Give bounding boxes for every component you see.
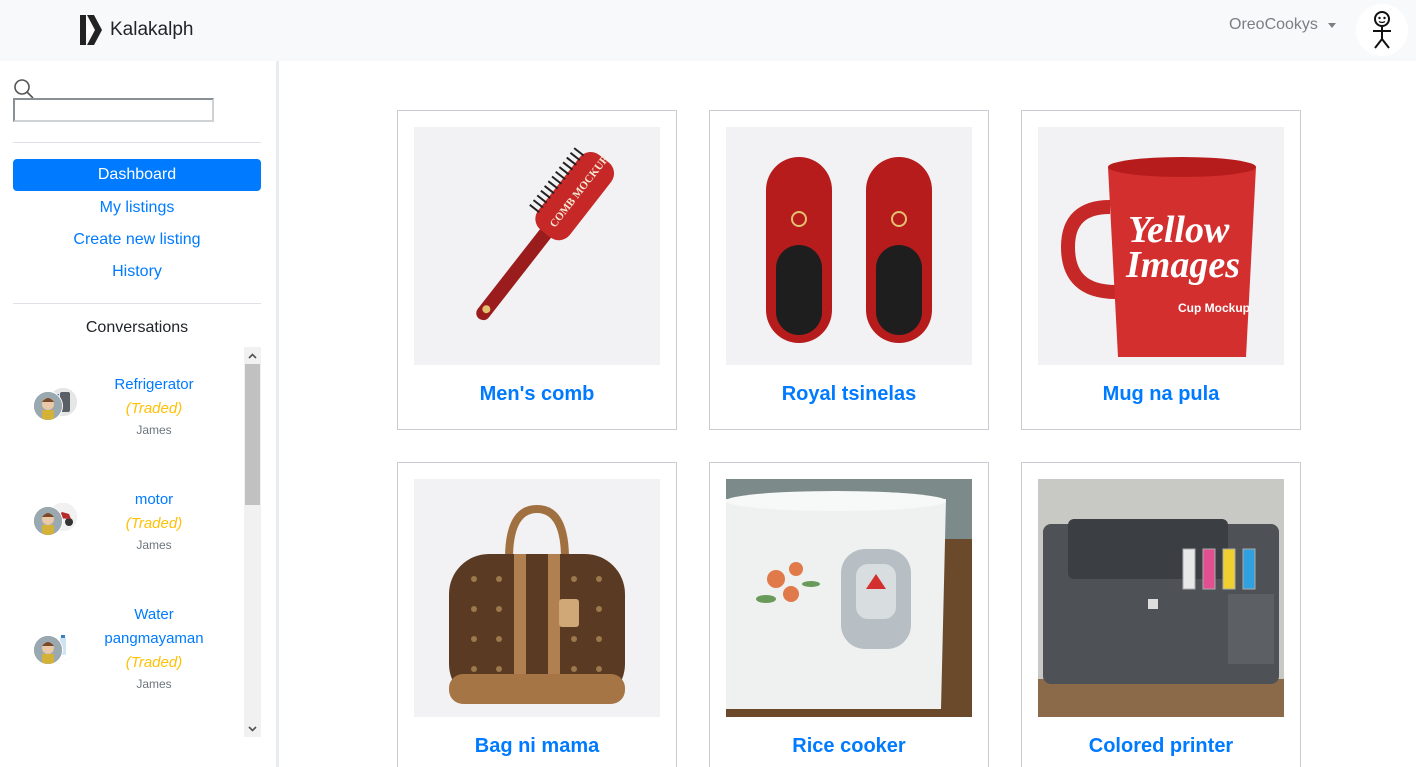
conversation-title: Water pangmayaman bbox=[104, 606, 204, 647]
listings-grid: COMB MOCKUP Men's comb Royal tsinelas Ye… bbox=[279, 61, 1416, 767]
caret-down-icon bbox=[1327, 22, 1336, 28]
scroll-up-button[interactable] bbox=[244, 347, 261, 364]
brand-name: Kalakalph bbox=[110, 19, 194, 40]
listing-title[interactable]: Bag ni mama bbox=[398, 735, 676, 758]
conversation-scrollbar[interactable] bbox=[244, 347, 261, 737]
divider bbox=[13, 303, 261, 304]
user-avatar bbox=[33, 635, 63, 665]
listing-title[interactable]: Royal tsinelas bbox=[710, 383, 988, 406]
listing-title[interactable]: Colored printer bbox=[1022, 735, 1300, 758]
listing-title[interactable]: Rice cooker bbox=[710, 735, 988, 758]
nav-history[interactable]: History bbox=[13, 256, 261, 288]
rice-cooker-photo bbox=[726, 479, 972, 717]
mug-text-sub: Cup Mockup bbox=[1178, 301, 1250, 315]
listing-card[interactable]: Colored printer bbox=[1021, 462, 1301, 767]
conversation-title: Refrigerator bbox=[114, 376, 194, 393]
listing-card[interactable]: Royal tsinelas bbox=[709, 110, 989, 430]
conversation-list: Refrigerator (Traded) James motor (Trade… bbox=[13, 347, 243, 737]
conversation-status: (Traded) bbox=[125, 515, 183, 532]
brand-logo-icon bbox=[80, 15, 102, 45]
conversation-item[interactable]: Refrigerator (Traded) James bbox=[13, 373, 243, 463]
user-avatar bbox=[33, 391, 63, 421]
listing-card[interactable]: Yellow Images Cup Mockup Mug na pula bbox=[1021, 110, 1301, 430]
mug-text-line2: Images bbox=[1125, 244, 1240, 286]
user-avatar bbox=[33, 506, 63, 536]
sidebar: Dashboard My listings Create new listing… bbox=[0, 61, 279, 767]
conversation-item[interactable]: Water pangmayaman (Traded) James bbox=[13, 603, 243, 713]
conversation-text: motor (Traded) James bbox=[83, 488, 225, 554]
slippers-photo bbox=[726, 127, 972, 365]
search-icon bbox=[14, 79, 34, 99]
listing-card[interactable]: Bag ni mama bbox=[397, 462, 677, 767]
brand[interactable]: Kalakalph bbox=[80, 15, 193, 45]
mug-photo: Yellow Images Cup Mockup bbox=[1038, 127, 1284, 365]
conversation-avatars bbox=[33, 387, 78, 421]
conversation-avatars bbox=[33, 502, 78, 536]
conversation-user: James bbox=[136, 677, 172, 691]
conversation-item[interactable]: motor (Traded) James bbox=[13, 488, 243, 578]
listing-title[interactable]: Men's comb bbox=[398, 383, 676, 406]
divider bbox=[13, 142, 261, 143]
listing-card[interactable]: Rice cooker bbox=[709, 462, 989, 767]
bag-photo bbox=[414, 479, 660, 717]
nav-my-listings[interactable]: My listings bbox=[13, 192, 261, 224]
nav-dashboard[interactable]: Dashboard bbox=[13, 159, 261, 191]
scroll-down-button[interactable] bbox=[244, 720, 261, 737]
chevron-down-icon bbox=[248, 725, 257, 732]
conversation-user: James bbox=[136, 538, 172, 552]
search-input[interactable] bbox=[13, 98, 214, 122]
conversation-status: (Traded) bbox=[125, 400, 183, 417]
stick-figure-icon bbox=[1373, 11, 1391, 49]
scroll-thumb[interactable] bbox=[245, 364, 260, 505]
listing-title[interactable]: Mug na pula bbox=[1022, 383, 1300, 406]
conversation-text: Refrigerator (Traded) James bbox=[83, 373, 225, 439]
printer-photo bbox=[1038, 479, 1284, 717]
top-navbar: Kalakalph OreoCookys bbox=[0, 0, 1416, 61]
conversation-avatars bbox=[33, 631, 78, 665]
conversation-status: (Traded) bbox=[125, 654, 183, 671]
conversation-user: James bbox=[136, 423, 172, 437]
user-menu-dropdown[interactable]: OreoCookys bbox=[1229, 16, 1336, 34]
nav-create-new-listing[interactable]: Create new listing bbox=[13, 224, 261, 256]
profile-avatar[interactable] bbox=[1356, 4, 1408, 56]
listing-card[interactable]: COMB MOCKUP Men's comb bbox=[397, 110, 677, 430]
chevron-up-icon bbox=[248, 352, 257, 359]
conversations-heading: Conversations bbox=[85, 319, 189, 336]
comb-photo: COMB MOCKUP bbox=[414, 127, 660, 365]
username: OreoCookys bbox=[1229, 16, 1318, 33]
conversation-text: Water pangmayaman (Traded) James bbox=[83, 603, 225, 693]
conversation-title: motor bbox=[134, 491, 174, 508]
